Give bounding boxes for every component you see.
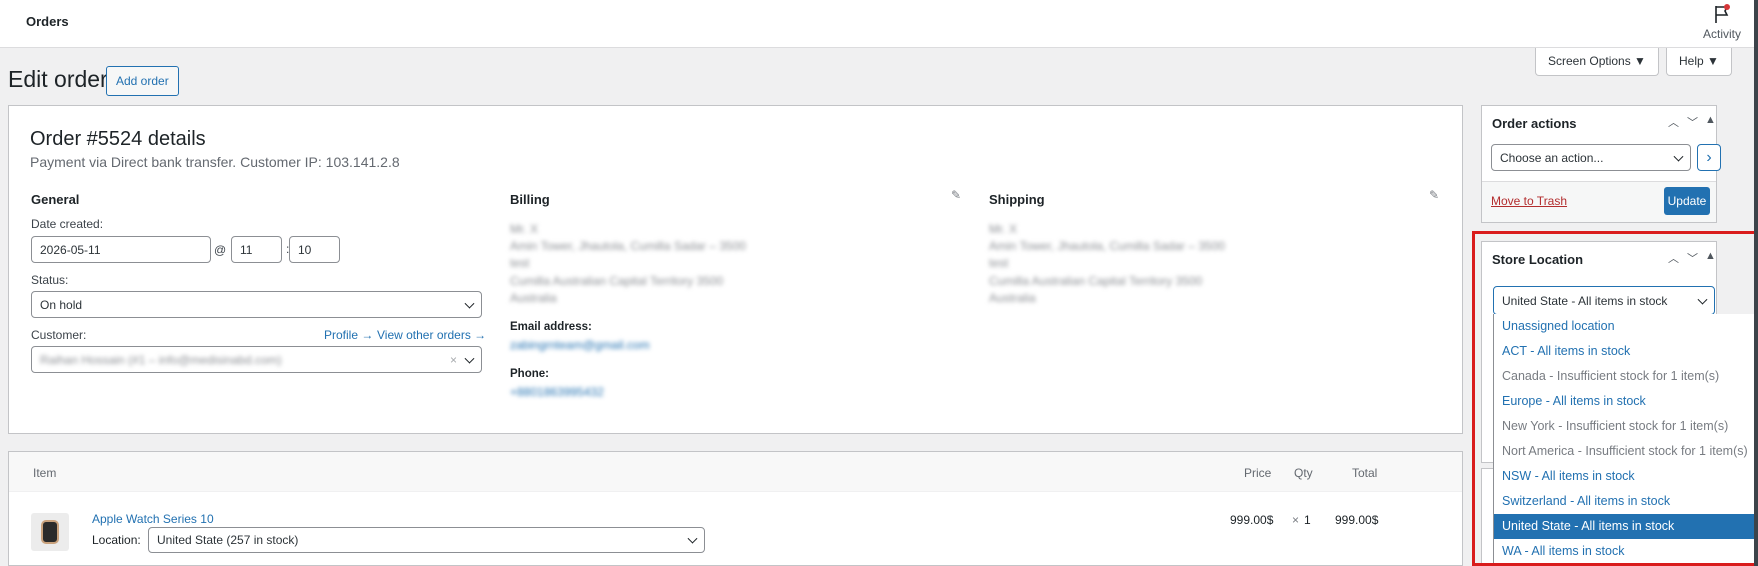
chevron-down-icon bbox=[464, 298, 475, 309]
item-price: 999.00$ bbox=[1230, 513, 1274, 527]
order-payment-info: Payment via Direct bank transfer. Custom… bbox=[30, 154, 400, 170]
item-total: 999.00$ bbox=[1335, 513, 1379, 527]
order-details-panel: Order #5524 details Payment via Direct b… bbox=[8, 105, 1463, 434]
edit-billing-pencil-icon[interactable]: ✎ bbox=[951, 188, 961, 202]
window-edge bbox=[1754, 0, 1758, 566]
item-qty: 1 bbox=[1304, 513, 1311, 527]
shipping-address-line: Amin Tower, Jhautola, Cumilla Sadar – 35… bbox=[989, 239, 1225, 253]
watch-icon bbox=[41, 520, 59, 544]
location-label: Location: bbox=[92, 533, 141, 547]
clear-icon[interactable]: × bbox=[450, 353, 457, 367]
activity-button[interactable]: Activity bbox=[1700, 2, 1744, 41]
status-label: Status: bbox=[31, 273, 69, 287]
highlight-box bbox=[1472, 231, 1758, 566]
order-actions-title: Order actions bbox=[1492, 116, 1577, 131]
edit-shipping-pencil-icon[interactable]: ✎ bbox=[1429, 188, 1439, 202]
shipping-heading: Shipping bbox=[989, 192, 1045, 207]
status-select[interactable]: On hold bbox=[31, 291, 482, 318]
qty-column-header: Qty bbox=[1294, 466, 1313, 480]
activity-label: Activity bbox=[1702, 27, 1741, 41]
help-button[interactable]: Help ▼ bbox=[1666, 48, 1732, 76]
notification-dot bbox=[1724, 4, 1730, 10]
customer-label: Customer: bbox=[31, 328, 87, 342]
phone-link[interactable]: +8801863995432 bbox=[510, 385, 604, 399]
view-other-orders-link[interactable]: View other orders → bbox=[377, 328, 486, 342]
customer-value: Raihan Hossain (#1 – info@medisinabd.com… bbox=[40, 352, 282, 367]
order-actions-box: Order actions ︿ ﹀ ▲ Choose an action... … bbox=[1481, 105, 1721, 223]
product-name-link[interactable]: Apple Watch Series 10 bbox=[92, 512, 214, 526]
chevron-down-icon bbox=[464, 353, 475, 364]
screen-options-button[interactable]: Screen Options ▼ bbox=[1535, 48, 1659, 76]
general-heading: General bbox=[31, 192, 80, 207]
chevron-down-icon bbox=[687, 533, 698, 544]
email-link[interactable]: zabingrnteam@gmail.com bbox=[510, 338, 650, 352]
price-column-header: Price bbox=[1244, 466, 1272, 480]
billing-address-line: Mr. X bbox=[510, 222, 539, 236]
total-column-header: Total bbox=[1352, 466, 1378, 480]
customer-select[interactable]: Raihan Hossain (#1 – info@medisinabd.com… bbox=[31, 346, 482, 373]
move-to-trash-link[interactable]: Move to Trash bbox=[1491, 194, 1567, 208]
product-thumbnail bbox=[31, 513, 69, 551]
add-order-button[interactable]: Add order bbox=[106, 66, 179, 96]
billing-address-line: Australia bbox=[510, 291, 557, 305]
order-title: Order #5524 details bbox=[30, 128, 206, 150]
item-location-value: United State (257 in stock) bbox=[157, 533, 299, 547]
chevron-down-icon bbox=[1673, 151, 1684, 162]
shipping-address-line: Australia bbox=[989, 291, 1036, 305]
shipping-address-line: Cumilla Australian Capital Territory 350… bbox=[989, 274, 1203, 288]
page-title: Edit order bbox=[8, 66, 108, 92]
order-action-value: Choose an action... bbox=[1500, 150, 1604, 165]
order-items-panel: Item Price Qty Total Apple Watch Series … bbox=[8, 451, 1463, 566]
customer-profile-link[interactable]: Profile → bbox=[324, 328, 373, 342]
hour-input[interactable]: 11 bbox=[231, 236, 282, 263]
date-created-label: Date created: bbox=[31, 217, 104, 231]
collapse-icon[interactable]: ▲ bbox=[1705, 114, 1716, 126]
email-label: Email address: bbox=[510, 321, 592, 333]
apply-action-button[interactable]: › bbox=[1697, 144, 1721, 171]
flag-icon bbox=[1713, 4, 1731, 24]
qty-multiplier: × bbox=[1292, 513, 1300, 527]
update-button[interactable]: Update bbox=[1664, 187, 1710, 215]
minute-input[interactable]: 10 bbox=[289, 236, 340, 263]
shipping-address-line: Mr. X bbox=[989, 222, 1018, 236]
top-bar: Orders Activity bbox=[0, 0, 1758, 48]
billing-address-line: test bbox=[510, 256, 530, 270]
billing-address-line: Cumilla Australian Capital Territory 350… bbox=[510, 274, 724, 288]
order-action-select[interactable]: Choose an action... bbox=[1491, 144, 1691, 171]
billing-address-line: Amin Tower, Jhautola, Cumilla Sadar – 35… bbox=[510, 239, 746, 253]
move-up-icon[interactable]: ︿ bbox=[1668, 114, 1679, 130]
phone-label: Phone: bbox=[510, 368, 549, 380]
item-location-select[interactable]: United State (257 in stock) bbox=[148, 527, 705, 553]
billing-heading: Billing bbox=[510, 192, 550, 207]
date-created-input[interactable]: 2026-05-11 bbox=[31, 236, 211, 263]
shipping-address-line: test bbox=[989, 256, 1009, 270]
items-table-header: Item Price Qty Total bbox=[9, 452, 1462, 492]
move-down-icon[interactable]: ﹀ bbox=[1687, 114, 1698, 130]
page-header-title: Orders bbox=[26, 14, 69, 29]
at-sign: @ bbox=[214, 243, 227, 257]
status-value: On hold bbox=[40, 297, 83, 312]
item-column-header: Item bbox=[33, 466, 57, 480]
